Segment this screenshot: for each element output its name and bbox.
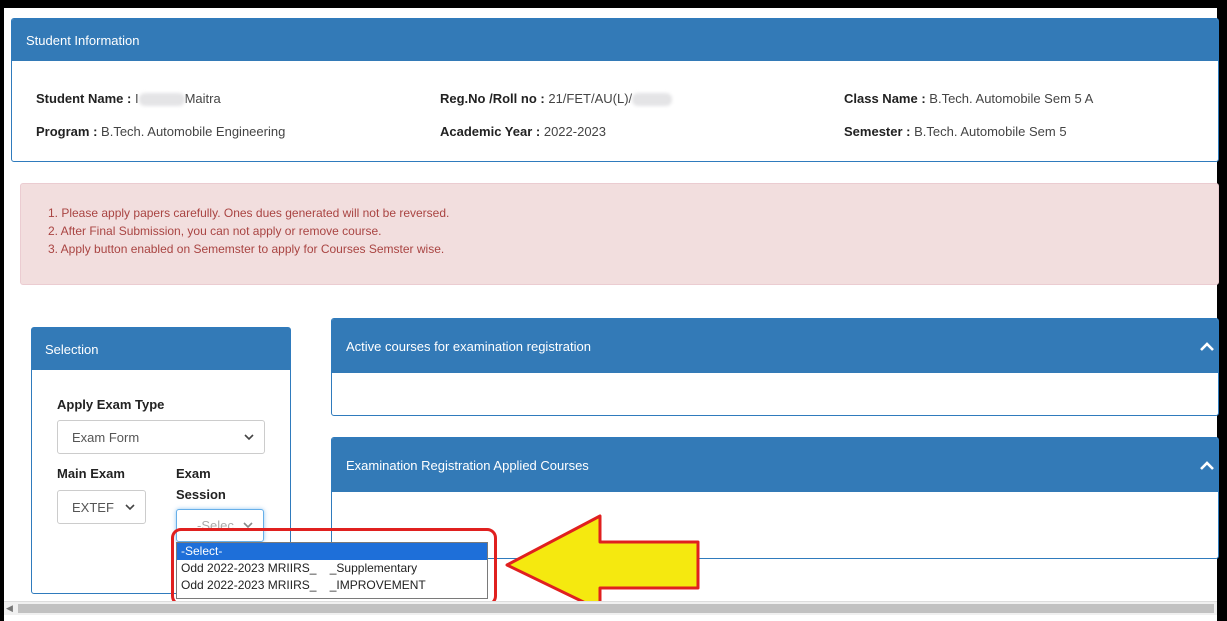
- program-label: Program :: [36, 124, 98, 139]
- redacted-reg: [632, 93, 673, 107]
- class-name-value: B.Tech. Automobile Sem 5 A: [929, 91, 1094, 106]
- main-exam-select[interactable]: EXTEF: [57, 490, 146, 524]
- academic-year: Academic Year : 2022-2023: [440, 124, 606, 139]
- applied-courses-header[interactable]: Examination Registration Applied Courses: [332, 438, 1218, 492]
- academic-year-value: 2022-2023: [543, 124, 607, 139]
- screenshot-border-left: [0, 0, 4, 621]
- class-name: Class Name : B.Tech. Automobile Sem 5 A: [844, 91, 1093, 106]
- notice-alert: 1. Please apply papers carefully. Ones d…: [20, 183, 1219, 285]
- scrollbar-thumb[interactable]: [18, 604, 1214, 613]
- notice-item: 2. After Final Submission, you can not a…: [48, 224, 382, 238]
- active-courses-header[interactable]: Active courses for examination registrat…: [332, 319, 1218, 373]
- reg-no-label: Reg.No /Roll no :: [440, 91, 545, 106]
- screenshot-border-top: [0, 0, 1227, 8]
- notice-list: 1. Please apply papers carefully. Ones d…: [48, 204, 449, 258]
- notice-item: 3. Apply button enabled on Sememster to …: [48, 242, 445, 256]
- program-value: B.Tech. Automobile Engineering: [101, 124, 286, 139]
- semester-value: B.Tech. Automobile Sem 5: [914, 124, 1067, 139]
- main-exam-label: Main Exam: [57, 466, 125, 481]
- semester: Semester : B.Tech. Automobile Sem 5: [844, 124, 1067, 139]
- scroll-left-icon[interactable]: ◀: [6, 603, 13, 614]
- exam-session-label-line1: Exam: [176, 466, 211, 481]
- student-info-header: Student Information: [12, 19, 1218, 61]
- chevron-up-icon[interactable]: [1200, 458, 1214, 473]
- highlight-annotation: [171, 528, 497, 606]
- chevron-down-icon: [123, 503, 145, 511]
- student-name-value: Maitra: [184, 91, 221, 106]
- reg-no: Reg.No /Roll no : 21/FET/AU(L)/: [440, 91, 673, 107]
- redacted-name: [138, 93, 185, 107]
- class-name-label: Class Name :: [844, 91, 926, 106]
- apply-exam-type-value: Exam Form: [72, 429, 140, 445]
- semester-label: Semester :: [844, 124, 911, 139]
- pointer-arrow-icon: [505, 514, 700, 612]
- student-info-card: Student Information Student Name : I Mait…: [11, 18, 1219, 162]
- applied-courses-title: Examination Registration Applied Courses: [346, 457, 589, 473]
- horizontal-scrollbar[interactable]: ◀: [4, 601, 1217, 615]
- exam-session-label-line2: Session: [176, 487, 226, 502]
- selection-header: Selection: [32, 328, 290, 370]
- active-courses-panel: Active courses for examination registrat…: [331, 318, 1219, 416]
- student-name: Student Name : I Maitra: [36, 91, 221, 107]
- chevron-down-icon: [242, 433, 264, 441]
- main-exam-value: EXTEF: [72, 499, 114, 515]
- program: Program : B.Tech. Automobile Engineering: [36, 124, 285, 139]
- chevron-up-icon[interactable]: [1200, 339, 1214, 354]
- active-courses-title: Active courses for examination registrat…: [346, 338, 591, 354]
- apply-exam-type-label: Apply Exam Type: [57, 397, 165, 412]
- reg-no-value: 21/FET/AU(L)/: [548, 91, 633, 106]
- notice-item: 1. Please apply papers carefully. Ones d…: [48, 206, 450, 220]
- academic-year-label: Academic Year :: [440, 124, 541, 139]
- apply-exam-type-select[interactable]: Exam Form: [57, 420, 265, 454]
- student-name-label: Student Name :: [36, 91, 132, 106]
